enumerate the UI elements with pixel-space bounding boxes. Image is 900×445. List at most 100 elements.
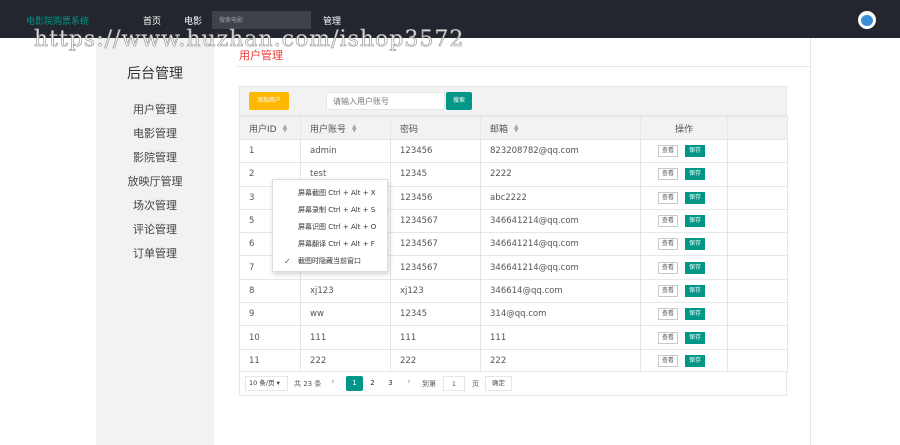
view-button[interactable]: 查看 — [658, 191, 679, 204]
menu-item-screen-ocr[interactable]: 屏幕识图 Ctrl + Alt + O — [298, 222, 376, 232]
app-brand[interactable]: 电影院购票系统 — [26, 14, 89, 27]
view-button[interactable]: 查看 — [658, 284, 679, 297]
cell-email: 2222 — [480, 162, 641, 187]
view-button[interactable]: 查看 — [658, 308, 679, 321]
table-row: 10 111 111 111 查看 保存 — [239, 325, 788, 350]
nav-manage[interactable]: 管理 — [323, 14, 341, 27]
sort-icon[interactable]: ▲ ▼ — [514, 124, 519, 134]
column-header-empty — [727, 116, 788, 140]
save-button[interactable]: 保存 — [685, 145, 706, 158]
avatar[interactable] — [858, 11, 876, 29]
page-unit-label: 页 — [472, 380, 479, 388]
user-search-input[interactable] — [326, 92, 445, 110]
table-row: 8 xj123 xj123 346614@qq.com 查看 保存 — [239, 278, 788, 304]
column-header-account[interactable]: 用户账号 ▲ ▼ — [300, 116, 391, 140]
cell-password: 1234567 — [390, 255, 481, 280]
cell-password: 123456 — [390, 138, 481, 164]
cell-password: 1234567 — [390, 232, 481, 257]
column-header-actions: 操作 — [640, 116, 728, 140]
cell-password: 12345 — [390, 162, 481, 187]
view-button[interactable]: 查看 — [658, 215, 679, 228]
save-button[interactable]: 保存 — [685, 331, 706, 344]
table-row: 11 222 222 222 查看 保存 — [239, 348, 788, 373]
chevron-down-icon: ▾ — [276, 379, 280, 387]
nav-home[interactable]: 首页 — [143, 14, 161, 27]
cell-password: 222 — [390, 348, 481, 373]
cell-actions: 查看 保存 — [640, 232, 728, 257]
cell-password: 123456 — [390, 185, 481, 210]
page-2-button[interactable]: 2 — [364, 376, 381, 391]
watermark-text: https://www.huzhan.com/ishop3572 — [34, 27, 465, 53]
column-header-user-id[interactable]: 用户ID ▲ ▼ — [239, 116, 301, 140]
goto-page-input[interactable] — [443, 376, 465, 391]
prev-page-icon[interactable]: ‹ — [331, 377, 335, 387]
sidebar-title: 后台管理 — [127, 66, 183, 82]
cell-email: 346641214@qq.com — [480, 232, 641, 257]
cell-password: 1234567 — [390, 208, 481, 234]
menu-item-screenshot[interactable]: 屏幕截图 Ctrl + Alt + X — [298, 188, 376, 198]
sidebar-item-cinemas[interactable]: 影院管理 — [96, 149, 214, 165]
menu-item-screen-translate[interactable]: 屏幕翻译 Ctrl + Alt + F — [298, 239, 375, 249]
cell-email: 346614@qq.com — [480, 278, 641, 304]
cell-empty — [727, 278, 788, 304]
cell-actions: 查看 保存 — [640, 348, 728, 373]
context-menu: 屏幕截图 Ctrl + Alt + X 屏幕录制 Ctrl + Alt + S … — [272, 179, 388, 272]
cell-empty — [727, 185, 788, 210]
view-button[interactable]: 查看 — [658, 238, 679, 251]
menu-item-screen-record[interactable]: 屏幕录制 Ctrl + Alt + S — [298, 205, 375, 215]
cell-empty — [727, 208, 788, 234]
save-button[interactable]: 保存 — [685, 238, 706, 251]
cell-empty — [727, 255, 788, 280]
sidebar-item-users[interactable]: 用户管理 — [96, 101, 214, 117]
cell-password: 111 — [390, 325, 481, 350]
cell-actions: 查看 保存 — [640, 325, 728, 350]
save-button[interactable]: 保存 — [685, 308, 706, 321]
cell-email: 823208782@qq.com — [480, 138, 641, 164]
view-button[interactable]: 查看 — [658, 168, 679, 181]
next-page-icon[interactable]: › — [407, 377, 411, 387]
tab-divider — [237, 66, 810, 67]
sidebar-item-comments[interactable]: 评论管理 — [96, 221, 214, 237]
save-button[interactable]: 保存 — [685, 354, 706, 367]
sort-icon[interactable]: ▲ ▼ — [283, 124, 288, 134]
page-size-select[interactable]: 10 条/页 ▾ — [245, 376, 288, 391]
cell-actions: 查看 保存 — [640, 185, 728, 210]
menu-item-hide-window[interactable]: 截图时隐藏当前窗口 — [298, 256, 361, 266]
cell-actions: 查看 保存 — [640, 162, 728, 187]
nav-movies[interactable]: 电影 — [184, 14, 202, 27]
save-button[interactable]: 保存 — [685, 191, 706, 204]
goto-confirm-button[interactable]: 确定 — [485, 376, 512, 391]
view-button[interactable]: 查看 — [658, 331, 679, 344]
table-header-row: 用户ID ▲ ▼ 用户账号 ▲ ▼ 密码 邮箱 ▲ ▼ 操作 — [239, 116, 788, 140]
save-button[interactable]: 保存 — [685, 168, 706, 181]
search-button[interactable]: 搜索 — [446, 92, 472, 110]
sidebar-item-sessions[interactable]: 场次管理 — [96, 197, 214, 213]
save-button[interactable]: 保存 — [685, 284, 706, 297]
save-button[interactable]: 保存 — [685, 215, 706, 228]
sidebar-item-movies[interactable]: 电影管理 — [96, 125, 214, 141]
add-user-button[interactable]: 添加用户 — [249, 92, 289, 110]
cell-user-id: 8 — [239, 278, 301, 304]
view-button[interactable]: 查看 — [658, 354, 679, 367]
page-1-button[interactable]: 1 — [346, 376, 363, 391]
view-button[interactable]: 查看 — [658, 261, 679, 274]
cell-password: xj123 — [390, 278, 481, 304]
sort-icon[interactable]: ▲ ▼ — [352, 124, 357, 134]
save-button[interactable]: 保存 — [685, 261, 706, 274]
cell-actions: 查看 保存 — [640, 208, 728, 234]
cell-empty — [727, 138, 788, 164]
cell-actions: 查看 保存 — [640, 302, 728, 327]
cell-email: 346641214@qq.com — [480, 208, 641, 234]
column-header-email[interactable]: 邮箱 ▲ ▼ — [480, 116, 641, 140]
cell-actions: 查看 保存 — [640, 138, 728, 164]
view-button[interactable]: 查看 — [658, 145, 679, 158]
cell-account: xj123 — [300, 278, 391, 304]
goto-label: 到第 — [422, 380, 436, 388]
sidebar-item-halls[interactable]: 放映厅管理 — [96, 173, 214, 189]
cell-user-id: 9 — [239, 302, 301, 327]
cell-email: 111 — [480, 325, 641, 350]
sidebar-item-orders[interactable]: 订单管理 — [96, 245, 214, 261]
checkmark-icon: ✓ — [284, 257, 291, 266]
page-3-button[interactable]: 3 — [382, 376, 399, 391]
cell-empty — [727, 162, 788, 187]
